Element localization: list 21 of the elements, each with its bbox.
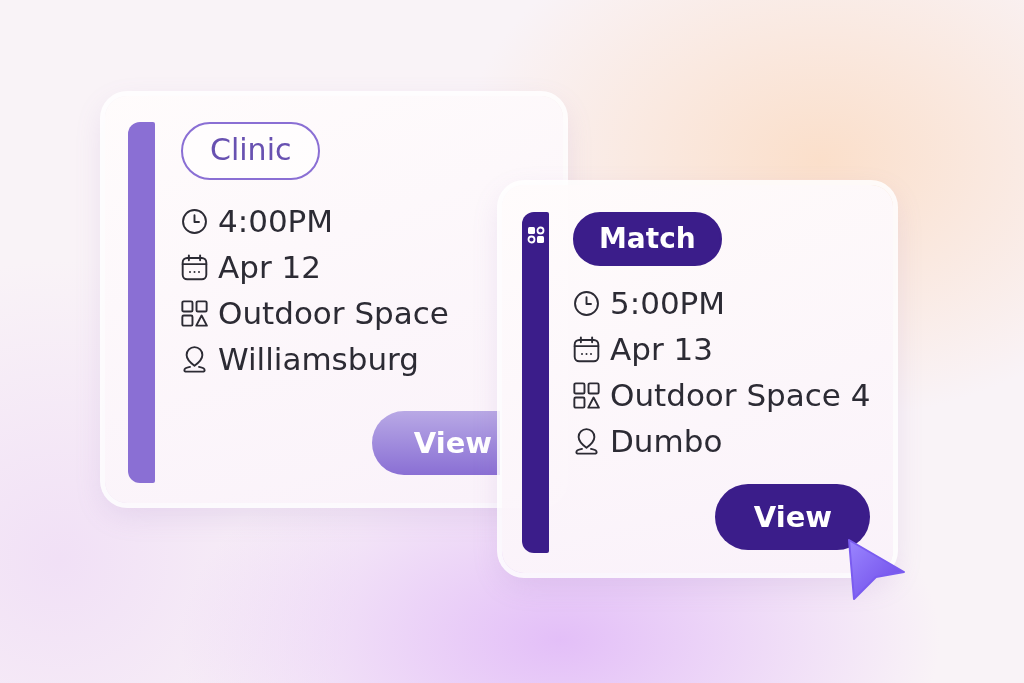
- clock-icon: [181, 207, 208, 235]
- location-text: Dumbo: [610, 421, 723, 461]
- shapes-grid-icon: [573, 381, 600, 409]
- view-button[interactable]: View: [715, 484, 871, 550]
- time-text: 5:00PM: [610, 283, 726, 323]
- date-text: Apr 12: [218, 247, 321, 287]
- location-pin-icon: [573, 427, 600, 455]
- shapes-grid-icon: [181, 299, 208, 327]
- clock-icon: [573, 289, 600, 317]
- cursor-arrow-icon: [846, 537, 906, 601]
- time-text: 4:00PM: [218, 201, 334, 241]
- category-tag: Clinic: [181, 122, 321, 180]
- calendar-icon: [573, 335, 600, 363]
- category-tag: Match: [573, 212, 722, 266]
- location-pin-icon: [181, 345, 208, 373]
- calendar-icon: [181, 253, 208, 281]
- grid-icon: [526, 226, 545, 244]
- space-text: Outdoor Space 4: [610, 375, 871, 415]
- date-text: Apr 13: [610, 329, 713, 369]
- location-text: Williamsburg: [218, 339, 419, 379]
- space-text: Outdoor Space: [218, 293, 449, 333]
